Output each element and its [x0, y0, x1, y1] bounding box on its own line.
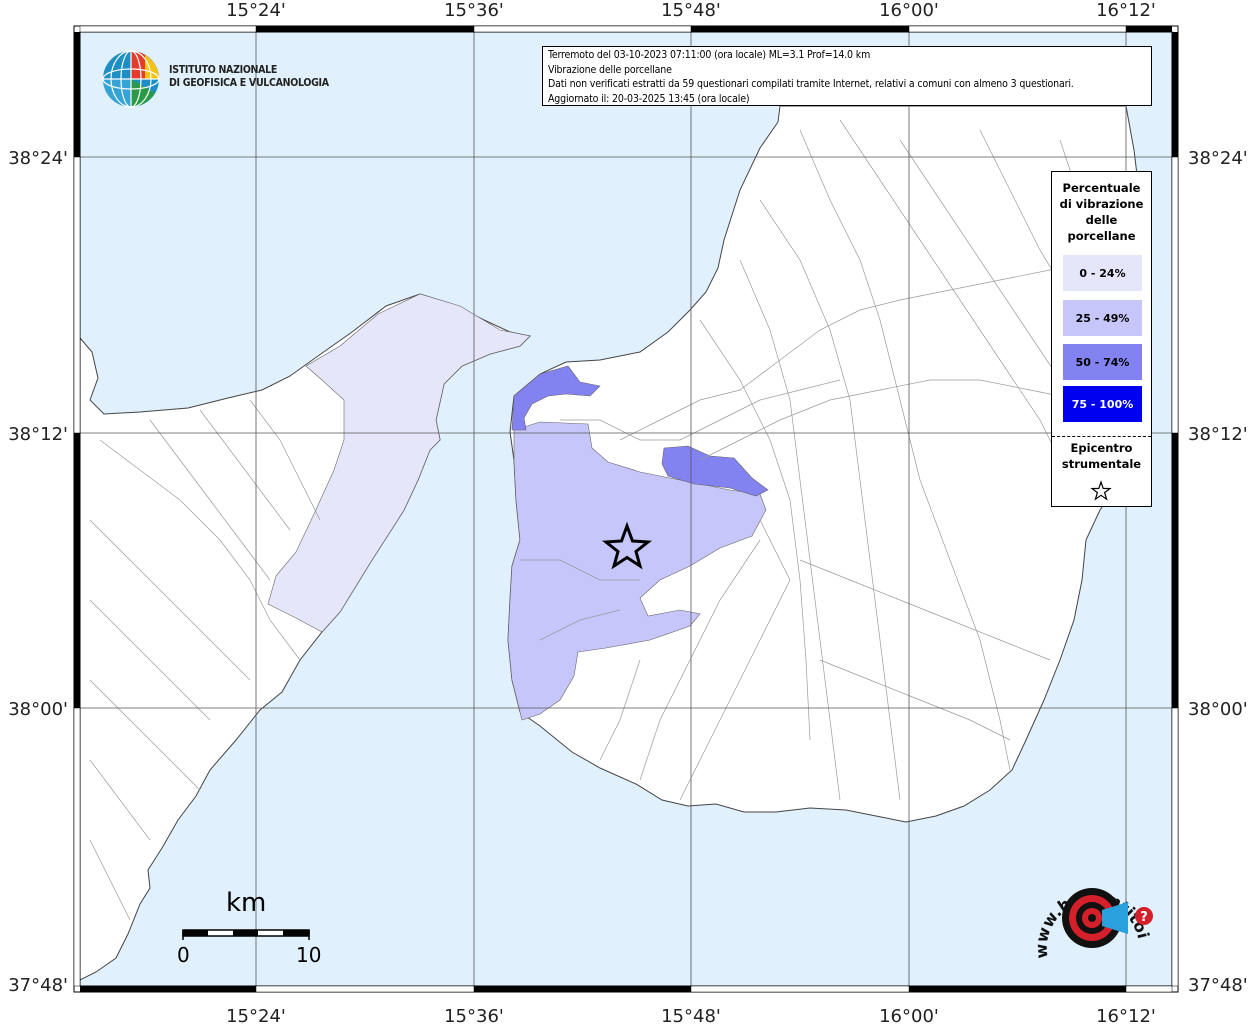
axis-labels-right: 38°24' 38°12' 38°00' 37°48'	[1188, 148, 1248, 996]
axis-labels-top: 15°24' 15°36' 15°48' 16°00' 16°12'	[226, 0, 1156, 21]
lon-label-bottom: 16°12'	[1096, 1006, 1156, 1024]
lat-label-left: 38°12'	[8, 424, 68, 445]
legend-item-50-74: 50 - 74%	[1063, 344, 1142, 380]
lon-label-top: 16°00'	[879, 0, 939, 21]
legend-epicenter-line: Epicentro	[1070, 441, 1133, 455]
legend-title-line: di vibrazione	[1059, 197, 1144, 211]
lon-label-bottom: 15°36'	[444, 1006, 504, 1024]
lat-label-right: 37°48'	[1188, 975, 1248, 996]
lon-label-bottom: 15°48'	[661, 1006, 721, 1024]
ingv-globe-logo	[102, 50, 160, 108]
legend: Percentuale di vibrazione delle porcella…	[1051, 171, 1152, 507]
event-info-line: Aggiornato il: 20-03-2025 13:45 (ora loc…	[548, 92, 750, 105]
event-info-line: Dati non verificati estratti da 59 quest…	[548, 78, 1074, 91]
legend-title-line: Percentuale	[1062, 181, 1141, 195]
haisentito-logo: www.haisentitoilterremoto.it ?	[1026, 866, 1153, 959]
ingv-name: ISTITUTO NAZIONALE DI GEOFISICA E VULCAN…	[169, 64, 329, 90]
legend-item-75-100: 75 - 100%	[1063, 386, 1142, 422]
scale-unit: km	[226, 888, 267, 918]
legend-title-line: porcellane	[1067, 229, 1136, 243]
legend-item-25-49: 25 - 49%	[1063, 300, 1142, 336]
lat-label-right: 38°12'	[1188, 424, 1248, 445]
lon-label-top: 15°24'	[226, 0, 286, 21]
lat-label-left: 38°24'	[8, 148, 68, 169]
event-info-box: Terremoto del 03-10-2023 07:11:00 (ora l…	[542, 46, 1152, 106]
legend-epicenter-line: strumentale	[1061, 457, 1142, 471]
event-info-line: Terremoto del 03-10-2023 07:11:00 (ora l…	[548, 49, 871, 61]
ingv-name-line2: DI GEOFISICA E VULCANOLOGIA	[169, 77, 329, 89]
ingv-name-line1: ISTITUTO NAZIONALE	[169, 64, 278, 76]
lat-label-right: 38°24'	[1188, 148, 1248, 169]
lon-label-bottom: 15°24'	[226, 1006, 286, 1024]
axis-labels-bottom: 15°24' 15°36' 15°48' 16°00' 16°12'	[226, 1006, 1156, 1024]
legend-title-line: delle	[1085, 213, 1118, 227]
lat-label-left: 38°00'	[8, 699, 68, 720]
scale-max: 10	[296, 943, 322, 967]
event-info-line: Vibrazione delle porcellane	[548, 63, 672, 76]
legend-epicenter-label: Epicentro strumentale	[1052, 440, 1151, 472]
scale-min: 0	[177, 943, 190, 967]
lon-label-bottom: 16°00'	[879, 1006, 939, 1024]
legend-star-icon	[1090, 480, 1112, 501]
lon-label-top: 16°12'	[1096, 0, 1156, 21]
svg-text:?: ?	[1140, 910, 1148, 925]
legend-separator	[1052, 436, 1151, 437]
lat-label-right: 38°00'	[1188, 699, 1248, 720]
lon-label-top: 15°48'	[661, 0, 721, 21]
axis-labels-left: 38°24' 38°12' 38°00' 37°48'	[8, 148, 68, 996]
lon-label-top: 15°36'	[444, 0, 504, 21]
legend-item-0-24: 0 - 24%	[1063, 255, 1142, 291]
legend-title: Percentuale di vibrazione delle porcella…	[1052, 180, 1151, 244]
lat-label-left: 37°48'	[8, 975, 68, 996]
